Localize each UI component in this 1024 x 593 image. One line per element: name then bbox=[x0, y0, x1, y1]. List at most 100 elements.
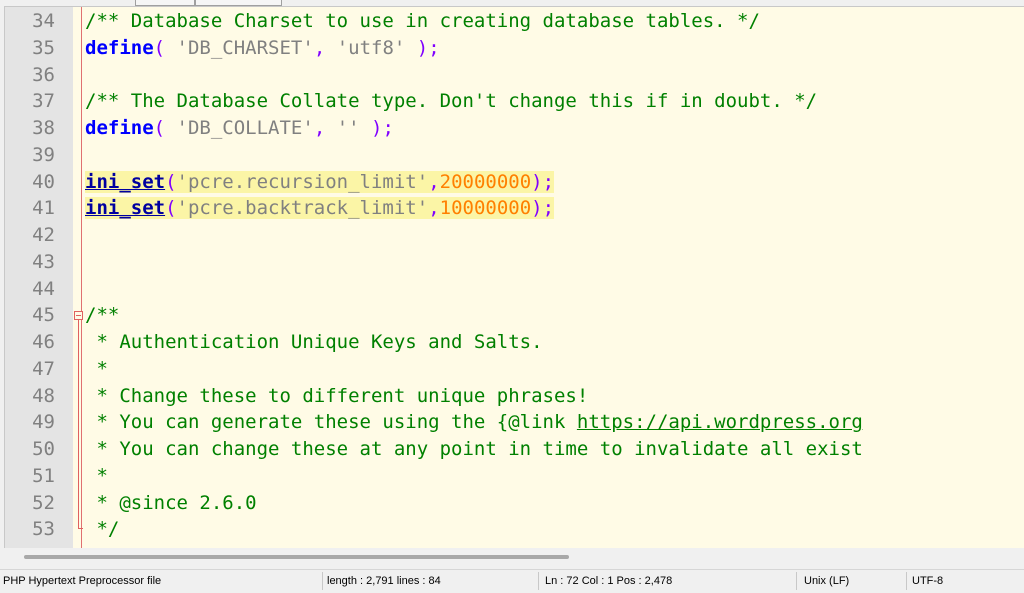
code-token: ini_set bbox=[85, 197, 166, 220]
code-line[interactable]: 51 * bbox=[5, 463, 1024, 490]
code-text[interactable]: * bbox=[85, 356, 108, 383]
fold-toggle-icon[interactable] bbox=[74, 311, 83, 320]
code-line[interactable]: 35 define( 'DB_CHARSET', 'utf8' ); bbox=[5, 35, 1024, 62]
code-token: * bbox=[85, 464, 108, 487]
code-text[interactable]: * Authentication Unique Keys and Salts. bbox=[85, 329, 543, 356]
code-line[interactable]: 37 /** The Database Collate type. Don't c… bbox=[5, 88, 1024, 115]
line-number: 42 bbox=[32, 224, 55, 246]
code-text[interactable]: * bbox=[85, 463, 108, 490]
code-token: /** Database Charset to use in creating … bbox=[85, 10, 760, 32]
code-text[interactable]: define( 'DB_COLLATE', '' ); bbox=[85, 115, 394, 142]
status-cursor-position: Ln : 72 Col : 1 Pos : 2,478 bbox=[545, 575, 673, 587]
code-text[interactable]: * You can generate these using the {@lin… bbox=[85, 409, 863, 436]
code-token: https://api.wordpress.org bbox=[576, 411, 863, 434]
code-token: ); bbox=[405, 36, 440, 59]
code-token: /** The Database Collate type. Don't cha… bbox=[85, 90, 818, 113]
code-text[interactable]: ini_set('pcre.recursion_limit',20000000)… bbox=[85, 169, 555, 196]
code-token: define bbox=[85, 117, 154, 139]
code-token: 20000000 bbox=[439, 170, 532, 193]
status-eol: Unix (LF) bbox=[804, 575, 850, 587]
line-number: 37 bbox=[32, 90, 55, 113]
code-token: * Change these to different unique phras… bbox=[85, 384, 589, 407]
line-number: 47 bbox=[32, 357, 55, 380]
code-text[interactable]: ini_set('pcre.backtrack_limit',10000000)… bbox=[85, 195, 555, 222]
line-number: 43 bbox=[32, 250, 55, 273]
code-token: ); bbox=[531, 170, 555, 193]
line-number: 51 bbox=[32, 464, 55, 487]
horizontal-scrollbar[interactable] bbox=[4, 548, 1024, 568]
code-line[interactable]: 49 * You can generate these using the {@… bbox=[5, 409, 1024, 436]
code-line[interactable]: 34 /** Database Charset to use in creatin… bbox=[5, 8, 1024, 35]
code-text[interactable]: /** Database Charset to use in creating … bbox=[85, 8, 760, 35]
line-number: 39 bbox=[32, 143, 55, 166]
code-token: * You can change these at any point in t… bbox=[85, 438, 863, 460]
code-token: * @since 2.6.0 bbox=[85, 491, 257, 514]
line-number: 35 bbox=[32, 36, 55, 59]
code-line[interactable]: 41 ini_set('pcre.backtrack_limit',1000000… bbox=[5, 195, 1024, 222]
code-token: , bbox=[428, 170, 440, 193]
code-token: * bbox=[85, 357, 108, 380]
code-token: ( bbox=[165, 197, 177, 220]
line-number: 34 bbox=[32, 10, 55, 32]
code-token: /** bbox=[85, 304, 120, 327]
code-line[interactable]: 44 bbox=[5, 276, 1024, 303]
code-line[interactable]: 46 * Authentication Unique Keys and Salt… bbox=[5, 329, 1024, 356]
code-line[interactable]: 53 */ bbox=[5, 516, 1024, 543]
line-number: 40 bbox=[32, 170, 55, 193]
line-number: 46 bbox=[32, 331, 55, 353]
code-token: '' bbox=[336, 117, 360, 139]
code-token: 10000000 bbox=[439, 197, 532, 220]
line-number: 53 bbox=[32, 518, 55, 541]
code-token: * You can generate these using the {@lin… bbox=[85, 411, 577, 434]
code-text[interactable]: * Change these to different unique phras… bbox=[85, 383, 588, 410]
code-token: ( bbox=[165, 170, 177, 193]
code-line[interactable]: 38 define( 'DB_COLLATE', '' ); bbox=[5, 115, 1024, 142]
code-editor[interactable]: 34 /** Database Charset to use in creatin… bbox=[4, 6, 1024, 549]
fold-end-marker bbox=[78, 528, 83, 529]
code-token: , bbox=[313, 117, 337, 139]
code-token: ( bbox=[153, 36, 177, 59]
line-number: 45 bbox=[32, 304, 55, 327]
code-text[interactable]: /** bbox=[85, 302, 119, 329]
code-text[interactable]: * @since 2.6.0 bbox=[85, 490, 257, 517]
status-file-type: PHP Hypertext Preprocessor file bbox=[3, 575, 162, 587]
code-text[interactable]: */ bbox=[85, 516, 119, 543]
line-number: 49 bbox=[32, 411, 55, 434]
scrollbar-thumb[interactable] bbox=[24, 555, 569, 559]
code-token: 'pcre.backtrack_limit' bbox=[176, 197, 429, 220]
code-text[interactable]: define( 'DB_CHARSET', 'utf8' ); bbox=[85, 35, 440, 62]
code-line[interactable]: 36 bbox=[5, 62, 1024, 89]
code-line[interactable]: 45 /** bbox=[5, 302, 1024, 329]
code-line[interactable]: 50 * You can change these at any point i… bbox=[5, 436, 1024, 463]
code-token: 'pcre.recursion_limit' bbox=[176, 170, 429, 193]
code-token: ); bbox=[359, 117, 394, 139]
code-token: ini_set bbox=[85, 170, 166, 193]
line-number: 48 bbox=[32, 384, 55, 407]
code-token: * Authentication Unique Keys and Salts. bbox=[85, 331, 543, 353]
status-bar: PHP Hypertext Preprocessor file length :… bbox=[0, 569, 1024, 593]
status-encoding: UTF-8 bbox=[912, 575, 944, 587]
code-line[interactable]: 52 * @since 2.6.0 bbox=[5, 490, 1024, 517]
code-line[interactable]: 47 * bbox=[5, 356, 1024, 383]
line-number: 38 bbox=[32, 117, 55, 139]
code-line[interactable]: 43 bbox=[5, 249, 1024, 276]
code-text[interactable]: /** The Database Collate type. Don't cha… bbox=[85, 88, 817, 115]
code-token: ( bbox=[153, 117, 177, 139]
code-token: 'DB_CHARSET' bbox=[176, 36, 314, 59]
code-line[interactable]: 40 ini_set('pcre.recursion_limit',2000000… bbox=[5, 169, 1024, 196]
code-token: , bbox=[428, 197, 440, 220]
line-number: 52 bbox=[32, 491, 55, 514]
line-number: 50 bbox=[32, 438, 55, 460]
code-line[interactable]: 42 bbox=[5, 222, 1024, 249]
code-token: define bbox=[85, 36, 154, 59]
code-line[interactable]: 48 * Change these to different unique ph… bbox=[5, 383, 1024, 410]
line-number: 36 bbox=[32, 63, 55, 86]
code-token: ); bbox=[531, 197, 555, 220]
code-token: , bbox=[313, 36, 337, 59]
status-length-lines: length : 2,791 lines : 84 bbox=[327, 575, 441, 587]
code-text[interactable]: * You can change these at any point in t… bbox=[85, 436, 863, 463]
code-line[interactable]: 39 bbox=[5, 142, 1024, 169]
code-token: */ bbox=[85, 518, 120, 541]
code-token: 'utf8' bbox=[336, 36, 406, 59]
line-number: 41 bbox=[32, 197, 55, 220]
